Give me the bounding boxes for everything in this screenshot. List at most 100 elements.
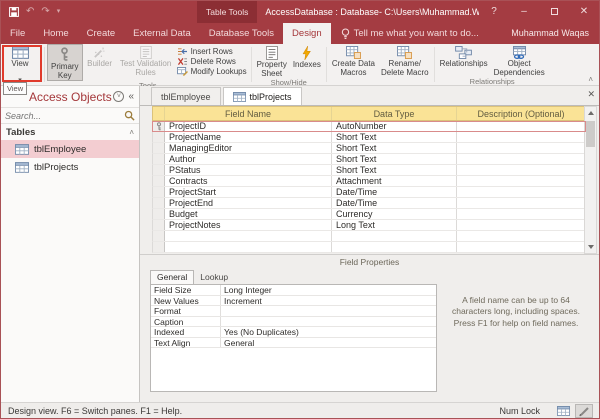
property-tabs: General Lookup <box>150 270 234 284</box>
tab-external-data[interactable]: External Data <box>124 23 200 44</box>
field-row-author[interactable]: Author Short Text <box>152 154 586 165</box>
field-row-projectend[interactable]: ProjectEnd Date/Time <box>152 198 586 209</box>
ribbon-group-field-events: Create Data Macros Rename/ Delete Macro … <box>327 44 434 85</box>
row-selector[interactable] <box>153 198 165 208</box>
maximize-icon <box>551 8 558 15</box>
tab-home[interactable]: Home <box>34 23 77 44</box>
nav-item-tblprojects[interactable]: tblProjects <box>1 158 139 176</box>
nav-item-tblemployee[interactable]: tblEmployee <box>1 140 139 158</box>
close-document-icon[interactable]: ✕ <box>587 89 595 100</box>
field-row-projectstart[interactable]: ProjectStart Date/Time <box>152 187 586 198</box>
help-button[interactable]: ? <box>479 1 509 23</box>
search-input[interactable] <box>5 111 124 121</box>
minimize-button[interactable]: – <box>509 1 539 23</box>
table-icon <box>15 144 29 155</box>
property-row-caption[interactable]: Caption <box>151 317 436 328</box>
document-area: tblEmployee tblProjects ✕ Field Name Dat… <box>140 86 599 402</box>
nav-search-row <box>1 107 139 124</box>
delete-rows-button[interactable]: Delete Rows <box>177 57 247 66</box>
field-row-pstatus[interactable]: PStatus Short Text <box>152 165 586 176</box>
row-selector-header <box>153 107 165 120</box>
property-row-indexed[interactable]: Indexed Yes (No Duplicates) <box>151 327 436 338</box>
window-title: AccessDatabase : Database- C:\Users\Muha… <box>257 7 479 17</box>
collapse-ribbon-icon[interactable]: ˄ <box>588 75 593 84</box>
row-selector[interactable] <box>153 220 165 230</box>
tell-me-label: Tell me what you want to do... <box>354 23 479 44</box>
contextual-tab-group: Table Tools <box>197 1 257 23</box>
row-selector[interactable] <box>153 187 165 197</box>
modify-lookups-button[interactable]: Modify Lookups <box>177 67 247 76</box>
field-row-projectnotes[interactable]: ProjectNotes Long Text <box>152 220 586 231</box>
search-icon[interactable] <box>124 110 135 121</box>
field-row-empty[interactable] <box>152 231 586 242</box>
ribbon-group-views: View Views <box>1 44 44 85</box>
row-selector[interactable] <box>153 176 165 186</box>
row-selector[interactable] <box>153 121 165 131</box>
property-row-new-values[interactable]: New Values Increment <box>151 296 436 307</box>
scrollbar-thumb[interactable] <box>586 121 595 147</box>
doc-tab-tblemployee[interactable]: tblEmployee <box>151 87 221 105</box>
undo-icon[interactable]: ↶ <box>26 7 34 17</box>
close-button[interactable]: ✕ <box>569 1 599 23</box>
relationships-button[interactable]: Relationships <box>437 44 491 77</box>
tab-design[interactable]: Design <box>283 23 331 44</box>
property-sheet-button[interactable]: Property Sheet <box>254 44 290 78</box>
tab-create[interactable]: Create <box>78 23 125 44</box>
field-row-projectid[interactable]: ProjectID AutoNumber <box>152 121 586 132</box>
row-selector[interactable] <box>153 132 165 142</box>
tab-database-tools[interactable]: Database Tools <box>200 23 283 44</box>
tab-lookup[interactable]: Lookup <box>194 271 234 284</box>
view-button[interactable]: View <box>3 44 37 87</box>
row-selector[interactable] <box>153 143 165 153</box>
description-header: Description (Optional) <box>457 107 585 120</box>
tell-me-box[interactable]: Tell me what you want to do... <box>331 23 512 44</box>
shutter-bar-close-icon[interactable]: « <box>128 91 134 102</box>
builder-button: Builder <box>83 44 117 81</box>
signed-in-user[interactable]: Muhammad Waqas <box>511 23 599 44</box>
tab-file[interactable]: File <box>1 23 34 44</box>
row-selector[interactable] <box>153 165 165 175</box>
field-properties-label: Field Properties <box>140 255 599 269</box>
row-tools-column: Insert Rows Delete Rows Modify Lookups <box>175 44 249 81</box>
row-selector[interactable] <box>153 154 165 164</box>
ribbon: View Views Primary Key Builder Test <box>1 44 599 86</box>
field-row-managingeditor[interactable]: ManagingEditor Short Text <box>152 143 586 154</box>
lightbulb-icon <box>341 28 350 39</box>
redo-icon[interactable]: ↷ <box>41 7 49 17</box>
field-properties-section: Field Properties General Lookup Field Si… <box>140 254 599 402</box>
property-row-format[interactable]: Format <box>151 306 436 317</box>
indexes-button[interactable]: Indexes <box>290 44 324 78</box>
datasheet-view-button[interactable] <box>554 404 572 418</box>
ribbon-group-showhide: Property Sheet Indexes Show/Hide <box>252 44 326 85</box>
primary-key-button[interactable]: Primary Key <box>47 44 83 81</box>
insert-rows-button[interactable]: Insert Rows <box>177 47 247 56</box>
row-selector[interactable] <box>153 242 165 252</box>
insert-rows-icon <box>177 47 188 56</box>
field-row-budget[interactable]: Budget Currency <box>152 209 586 220</box>
field-row-projectname[interactable]: ProjectName Short Text <box>152 132 586 143</box>
quick-access-toolbar: ↶ ↷ ▾ <box>1 7 197 17</box>
document-tab-strip: tblEmployee tblProjects ✕ <box>140 86 599 106</box>
field-row-contracts[interactable]: Contracts Attachment <box>152 176 586 187</box>
collapse-group-icon[interactable]: ˄ <box>129 128 134 137</box>
field-row-empty[interactable] <box>152 242 586 253</box>
nav-menu-chevron-icon[interactable]: ˅ <box>113 91 124 102</box>
design-view-button[interactable] <box>575 404 593 418</box>
nav-group-tables[interactable]: Tables ˄ <box>1 124 139 140</box>
object-dependencies-button[interactable]: Object Dependencies <box>491 44 548 77</box>
customize-qat-icon[interactable]: ▾ <box>57 7 61 17</box>
maximize-button[interactable] <box>539 1 569 23</box>
property-row-field-size[interactable]: Field Size Long Integer <box>151 285 436 296</box>
navigation-pane: View Access Objects ˅ « Tables ˄ tblEmpl… <box>1 86 140 402</box>
row-selector[interactable] <box>153 209 165 219</box>
scroll-up-icon[interactable] <box>585 107 596 119</box>
save-icon[interactable] <box>9 7 19 17</box>
status-message: Design view. F6 = Switch panes. F1 = Hel… <box>1 406 499 416</box>
nav-pane-title: Access Objects <box>29 90 113 104</box>
doc-tab-tblprojects[interactable]: tblProjects <box>223 87 302 105</box>
property-row-text-align[interactable]: Text Align General <box>151 338 436 349</box>
scroll-down-icon[interactable] <box>585 241 596 253</box>
field-name-header: Field Name <box>165 107 332 120</box>
row-selector[interactable] <box>153 231 165 241</box>
tab-general[interactable]: General <box>150 270 194 284</box>
